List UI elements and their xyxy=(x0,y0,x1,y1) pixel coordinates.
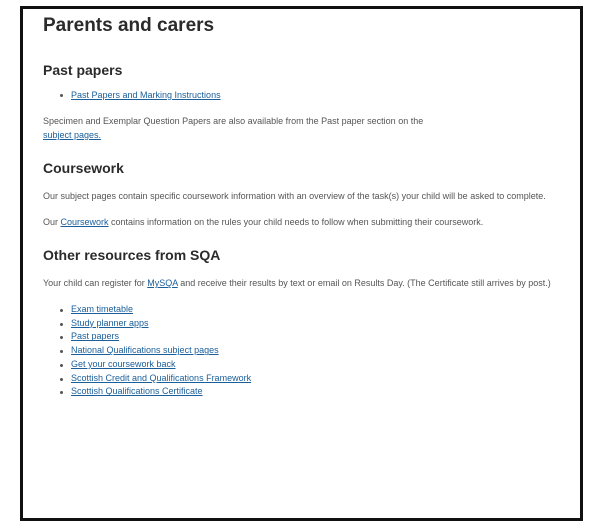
list-item: Exam timetable xyxy=(60,303,558,317)
specimen-text: Specimen and Exemplar Question Papers ar… xyxy=(43,116,424,126)
page-frame: Parents and carers Past papers Past Pape… xyxy=(20,6,583,521)
list-item: Past papers xyxy=(60,330,558,344)
mysqa-text-after: and receive their results by text or ema… xyxy=(177,278,551,288)
exam-timetable-link[interactable]: Exam timetable xyxy=(71,304,133,314)
other-resources-section: Other resources from SQA Your child can … xyxy=(43,246,558,399)
other-resources-heading: Other resources from SQA xyxy=(43,247,221,263)
coursework-text-before: Our xyxy=(43,217,61,227)
coursework-text-after: contains information on the rules your c… xyxy=(108,217,484,227)
past-papers-marking-link[interactable]: Past Papers and Marking Instructions xyxy=(71,90,221,100)
list-item: National Qualifications subject pages xyxy=(60,344,558,358)
subject-pages-link[interactable]: subject pages. xyxy=(43,130,101,140)
resources-list: Exam timetable Study planner apps Past p… xyxy=(43,303,558,399)
page-title: Parents and carers xyxy=(43,15,215,36)
mysqa-link[interactable]: MySQA xyxy=(147,278,178,288)
coursework-paragraph-1: Our subject pages contain specific cours… xyxy=(43,191,546,201)
main-content: Parents and carers Past papers Past Pape… xyxy=(23,13,580,399)
list-item: Study planner apps xyxy=(60,317,558,331)
sq-certificate-link[interactable]: Scottish Qualifications Certificate xyxy=(71,386,203,396)
coursework-section: Coursework Our subject pages contain spe… xyxy=(43,159,558,229)
coursework-back-link[interactable]: Get your coursework back xyxy=(71,359,176,369)
specimen-paragraph: Specimen and Exemplar Question Papers ar… xyxy=(43,114,558,142)
list-item: Get your coursework back xyxy=(60,358,558,372)
coursework-link[interactable]: Coursework xyxy=(61,217,109,227)
scqf-link[interactable]: Scottish Credit and Qualifications Frame… xyxy=(71,373,251,383)
past-papers-link[interactable]: Past papers xyxy=(71,331,119,341)
list-item: Scottish Qualifications Certificate xyxy=(60,385,558,399)
coursework-heading: Coursework xyxy=(43,160,124,176)
mysqa-paragraph: Your child can register for MySQA and re… xyxy=(43,276,558,290)
coursework-paragraph-2: Our Coursework contains information on t… xyxy=(43,215,558,229)
past-papers-heading: Past papers xyxy=(43,62,123,78)
past-papers-section: Past papers Past Papers and Marking Inst… xyxy=(43,61,558,142)
list-item: Scottish Credit and Qualifications Frame… xyxy=(60,372,558,386)
list-item: Past Papers and Marking Instructions xyxy=(60,88,558,102)
mysqa-text-before: Your child can register for xyxy=(43,278,148,288)
study-planner-apps-link[interactable]: Study planner apps xyxy=(71,318,149,328)
past-papers-list: Past Papers and Marking Instructions xyxy=(43,88,558,102)
nq-subject-pages-link[interactable]: National Qualifications subject pages xyxy=(71,345,219,355)
